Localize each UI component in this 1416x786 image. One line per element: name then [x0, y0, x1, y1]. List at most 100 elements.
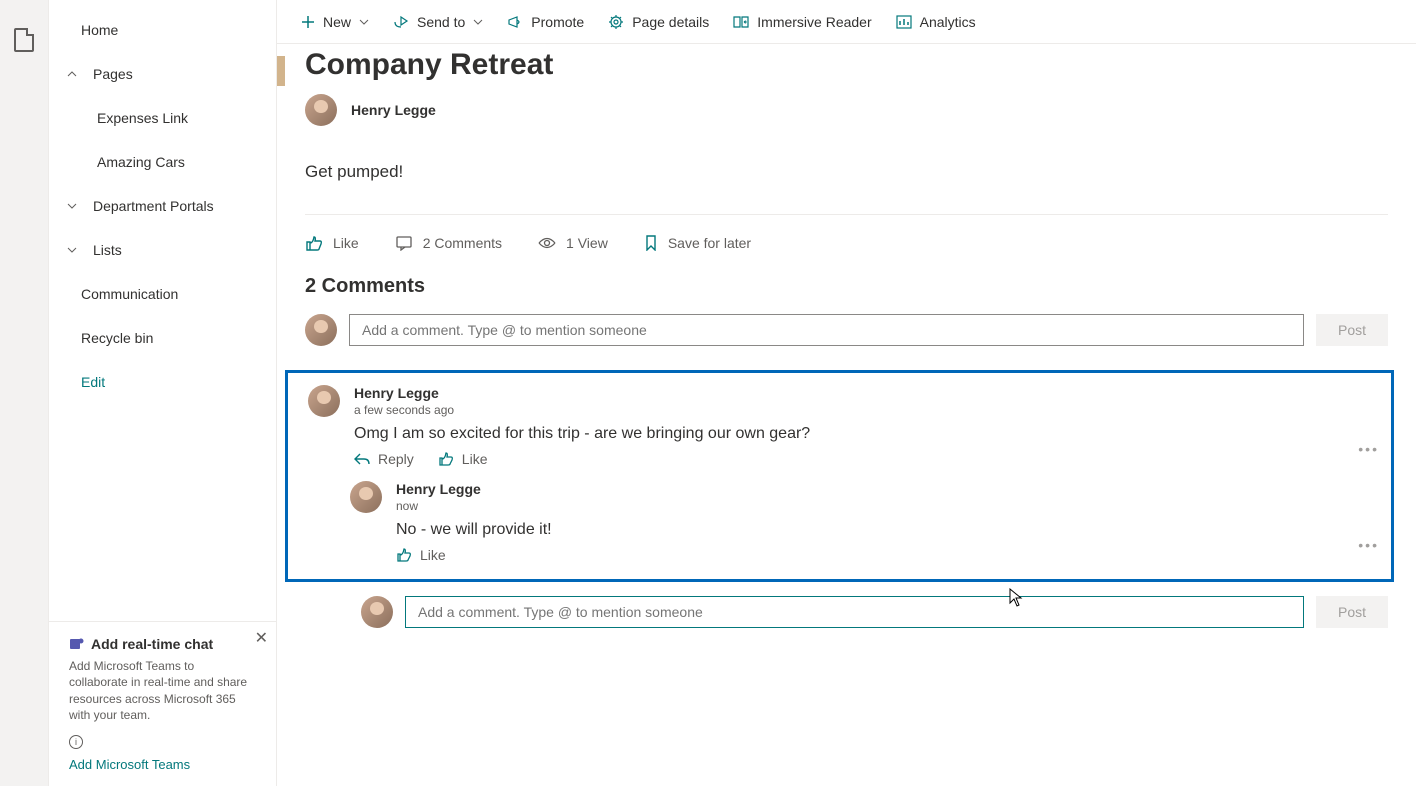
stat-label: 1 View	[566, 235, 608, 251]
nav-lists[interactable]: Lists	[49, 228, 276, 272]
promote-button[interactable]: Promote	[507, 14, 584, 30]
promo-link[interactable]: Add Microsoft Teams	[69, 757, 256, 772]
post-button[interactable]: Post	[1316, 596, 1388, 628]
toolbar-label: Page details	[632, 14, 709, 30]
stat-label: Save for later	[668, 235, 751, 251]
highlighted-comments: Henry Legge a few seconds ago Omg I am s…	[285, 370, 1394, 582]
page-details-button[interactable]: Page details	[608, 14, 709, 30]
comment-item-nested: Henry Legge now No - we will provide it!…	[294, 481, 1385, 563]
bookmark-icon	[644, 235, 658, 251]
like-button[interactable]: Like	[396, 547, 446, 563]
avatar[interactable]	[308, 385, 340, 417]
page-body: Get pumped!	[305, 162, 1388, 182]
views-count: 1 View	[538, 235, 608, 251]
eye-icon	[538, 236, 556, 250]
thumbs-up-icon	[396, 548, 412, 562]
toolbar-label: Immersive Reader	[757, 14, 871, 30]
avatar	[305, 314, 337, 346]
info-icon[interactable]: i	[69, 735, 83, 749]
more-icon[interactable]: •••	[1352, 537, 1385, 553]
avatar[interactable]	[305, 94, 337, 126]
close-icon[interactable]: ✕	[255, 628, 268, 648]
nav-label: Communication	[81, 286, 178, 302]
author-name: Henry Legge	[351, 102, 436, 118]
avatar	[361, 596, 393, 628]
nav-expenses[interactable]: Expenses Link	[49, 96, 276, 140]
nav-label: Department Portals	[93, 198, 214, 214]
like-button[interactable]: Like	[305, 235, 359, 251]
immersive-reader-button[interactable]: Immersive Reader	[733, 14, 871, 30]
like-button[interactable]: Like	[438, 451, 488, 467]
analytics-button[interactable]: Analytics	[896, 14, 976, 30]
comment-item: Henry Legge a few seconds ago Omg I am s…	[294, 385, 1385, 467]
new-button[interactable]: New	[301, 14, 369, 30]
share-icon	[393, 15, 409, 29]
comment-icon	[395, 235, 413, 251]
comment-text: No - we will provide it!	[396, 521, 1338, 539]
chevron-down-icon	[359, 17, 369, 27]
comment-input[interactable]	[349, 314, 1304, 346]
reply-button[interactable]: Reply	[354, 451, 414, 467]
nav-label: Lists	[93, 242, 122, 258]
toolbar-label: Analytics	[920, 14, 976, 30]
gear-icon	[608, 14, 624, 30]
sidebar: Home Pages Expenses Link Amazing Cars De…	[49, 0, 277, 786]
toolbar-label: Promote	[531, 14, 584, 30]
megaphone-icon	[507, 15, 523, 29]
chevron-down-icon	[65, 199, 79, 213]
thumbs-up-icon	[438, 452, 454, 466]
nav-label: Expenses Link	[97, 110, 188, 126]
comments-count[interactable]: 2 Comments	[395, 235, 502, 251]
nav-label: Pages	[93, 66, 133, 82]
main-content: New Send to Promote Page details Immersi…	[277, 0, 1416, 786]
plus-icon	[301, 15, 315, 29]
reader-icon	[733, 15, 749, 29]
promo-panel: ✕ Add real-time chat Add Microsoft Teams…	[49, 621, 276, 786]
nav-recycle-bin[interactable]: Recycle bin	[49, 316, 276, 360]
stat-label: Like	[333, 235, 359, 251]
reply-icon	[354, 452, 370, 466]
nav-edit-link[interactable]: Edit	[49, 360, 276, 404]
teams-icon	[69, 636, 85, 652]
more-icon[interactable]: •••	[1352, 441, 1385, 457]
chart-icon	[896, 15, 912, 29]
promo-title: Add real-time chat	[91, 636, 213, 652]
action-label: Like	[462, 451, 488, 467]
nav-label: Amazing Cars	[97, 154, 185, 170]
comment-author: Henry Legge	[396, 481, 1338, 497]
nav-dept-portals[interactable]: Department Portals	[49, 184, 276, 228]
comment-time: now	[396, 499, 1338, 513]
page-title: Company Retreat	[305, 48, 1388, 82]
stat-label: 2 Comments	[423, 235, 502, 251]
nav-label: Home	[81, 22, 118, 38]
toolbar: New Send to Promote Page details Immersi…	[277, 0, 1416, 44]
action-label: Reply	[378, 451, 414, 467]
save-button[interactable]: Save for later	[644, 235, 751, 251]
nav-home[interactable]: Home	[49, 8, 276, 52]
file-icon[interactable]	[14, 28, 34, 52]
thumbs-up-icon	[305, 235, 323, 251]
title-accent-bar	[277, 56, 285, 86]
chevron-up-icon	[65, 67, 79, 81]
divider	[305, 214, 1388, 215]
nav-label: Recycle bin	[81, 330, 153, 346]
toolbar-label: Send to	[417, 14, 465, 30]
chevron-down-icon	[473, 17, 483, 27]
edit-label: Edit	[81, 374, 105, 390]
reply-input[interactable]	[405, 596, 1304, 628]
nav-amazing-cars[interactable]: Amazing Cars	[49, 140, 276, 184]
chevron-down-icon	[65, 243, 79, 257]
author-row: Henry Legge	[305, 94, 1388, 126]
nav-communication[interactable]: Communication	[49, 272, 276, 316]
comments-header: 2 Comments	[305, 275, 1388, 298]
post-button[interactable]: Post	[1316, 314, 1388, 346]
avatar[interactable]	[350, 481, 382, 513]
toolbar-label: New	[323, 14, 351, 30]
app-rail	[0, 0, 49, 786]
nav-pages[interactable]: Pages	[49, 52, 276, 96]
promo-text: Add Microsoft Teams to collaborate in re…	[69, 658, 256, 723]
send-to-button[interactable]: Send to	[393, 14, 483, 30]
comment-text: Omg I am so excited for this trip - are …	[354, 425, 1338, 443]
action-label: Like	[420, 547, 446, 563]
comment-author: Henry Legge	[354, 385, 1338, 401]
